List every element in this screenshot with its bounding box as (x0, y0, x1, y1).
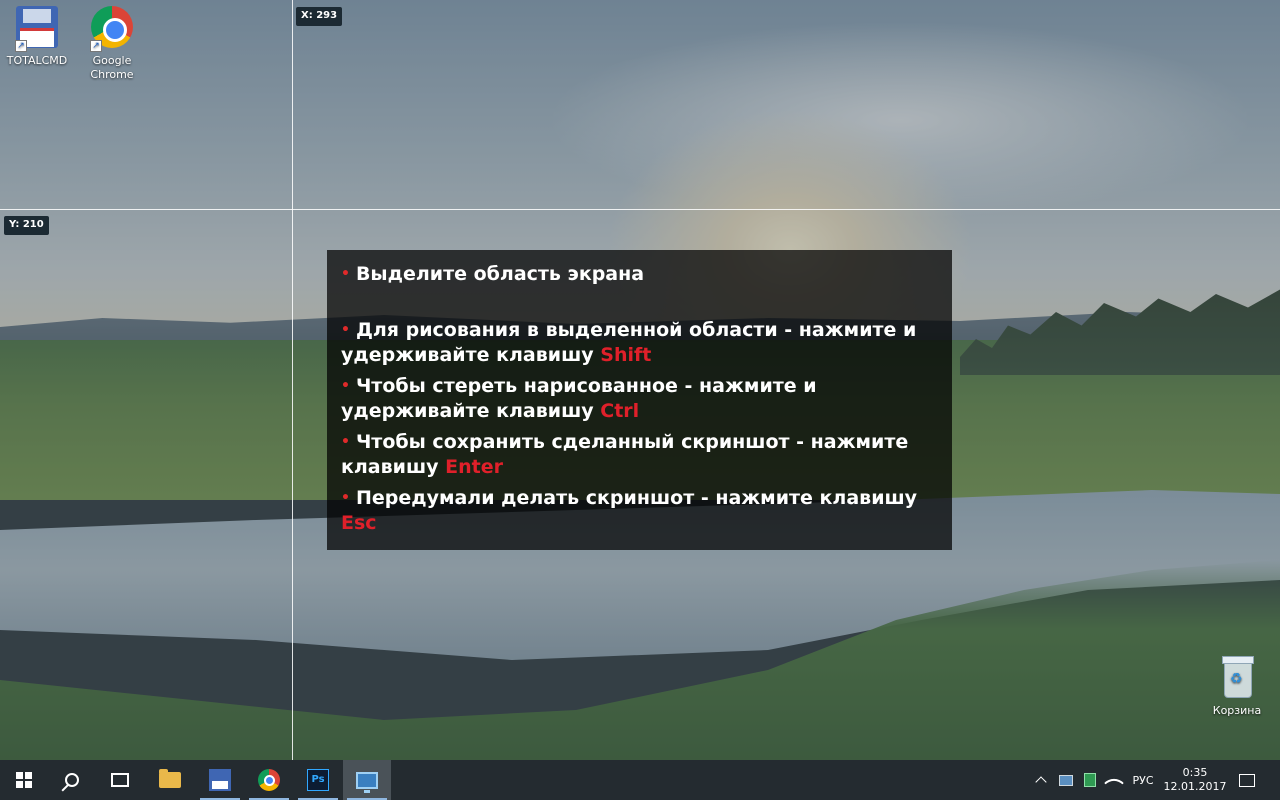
wifi-icon (1104, 773, 1124, 793)
taskbar: Ps РУС 0:35 12.01.2017 (0, 760, 1280, 800)
desktop-icon-totalcmd[interactable]: ↗ TOTALCMD (2, 6, 72, 68)
bullet-icon: • (341, 490, 350, 506)
task-view-button[interactable] (96, 760, 144, 800)
instruction-text: Чтобы стереть нарисованное - нажмите и у… (341, 375, 817, 422)
crosshair-vertical-line (292, 0, 293, 760)
x-coordinate-readout: X: 293 (296, 7, 343, 26)
taskbar-screenshot-tool[interactable] (343, 760, 391, 800)
screenshot-tool-icon (356, 771, 378, 793)
search-icon (65, 773, 79, 787)
language-indicator[interactable]: РУС (1128, 760, 1158, 800)
task-view-icon (111, 773, 129, 787)
photoshop-icon: Ps (307, 769, 329, 791)
instruction-item: • Чтобы сохранить сделанный скриншот - на… (341, 430, 938, 480)
chrome-icon: ↗ (90, 6, 134, 52)
tray-display-button[interactable] (1056, 760, 1076, 800)
tray-app-button[interactable] (1080, 760, 1100, 800)
crosshair-horizontal-line (0, 209, 1280, 210)
chevron-up-icon (1035, 776, 1047, 788)
floppy-disk-icon: ↗ (15, 6, 59, 52)
bullet-icon: • (341, 378, 350, 394)
instruction-text: Выделите область экрана (355, 263, 645, 285)
search-button[interactable] (48, 760, 96, 800)
tray-network-button[interactable] (1104, 760, 1124, 800)
show-hidden-icons-button[interactable] (1030, 760, 1052, 800)
tray-app-icon (1084, 773, 1096, 787)
desktop-icon-recycle-bin[interactable]: ♻ Корзина (1202, 656, 1272, 718)
taskbar-total-commander[interactable] (196, 760, 244, 800)
clock-time: 0:35 (1182, 766, 1208, 779)
desktop-icon-chrome[interactable]: ↗ Google Chrome (77, 6, 147, 82)
notification-icon (1239, 773, 1255, 787)
taskbar-file-explorer[interactable] (146, 760, 194, 800)
taskbar-chrome[interactable] (245, 760, 293, 800)
shortcut-key: Esc (341, 512, 377, 534)
shortcut-key: Ctrl (600, 400, 640, 422)
desktop-icon-label: Google Chrome (90, 54, 134, 81)
bullet-icon: • (341, 434, 350, 450)
y-coordinate-readout: Y: 210 (4, 216, 49, 235)
action-center-button[interactable] (1232, 760, 1262, 800)
shortcut-key: Shift (600, 344, 652, 366)
instruction-text: Передумали делать скриншот - нажмите кла… (355, 487, 918, 509)
bullet-icon: • (341, 322, 350, 338)
shortcut-arrow-icon: ↗ (15, 40, 27, 52)
clock-date: 12.01.2017 (1163, 780, 1227, 793)
desktop-icon-label: Корзина (1212, 704, 1262, 717)
windows-start-icon (16, 772, 32, 788)
total-commander-icon (209, 769, 231, 791)
chrome-icon (258, 769, 280, 791)
instruction-text: Чтобы сохранить сделанный скриншот - наж… (341, 431, 909, 478)
instruction-item: • Для рисования в выделенной области - на… (341, 318, 938, 368)
tray-clock[interactable]: 0:35 12.01.2017 (1162, 760, 1228, 800)
shortcut-arrow-icon: ↗ (90, 40, 102, 52)
instruction-item: • Чтобы стереть нарисованное - нажмите и … (341, 374, 938, 424)
instruction-item: • Передумали делать скриншот - нажмите кл… (341, 486, 938, 536)
recycle-bin-icon: ♻ (1215, 656, 1259, 700)
desktop-icon-label: TOTALCMD (6, 54, 68, 67)
file-explorer-icon (159, 769, 181, 788)
screenshot-instructions-panel: • Выделите область экрана • Для рисования … (327, 250, 952, 550)
start-button[interactable] (0, 760, 48, 800)
shortcut-key: Enter (445, 456, 504, 478)
bullet-icon: • (341, 266, 350, 282)
instruction-item: • Выделите область экрана (341, 262, 938, 287)
taskbar-photoshop[interactable]: Ps (294, 760, 342, 800)
monitor-icon (1059, 774, 1073, 786)
